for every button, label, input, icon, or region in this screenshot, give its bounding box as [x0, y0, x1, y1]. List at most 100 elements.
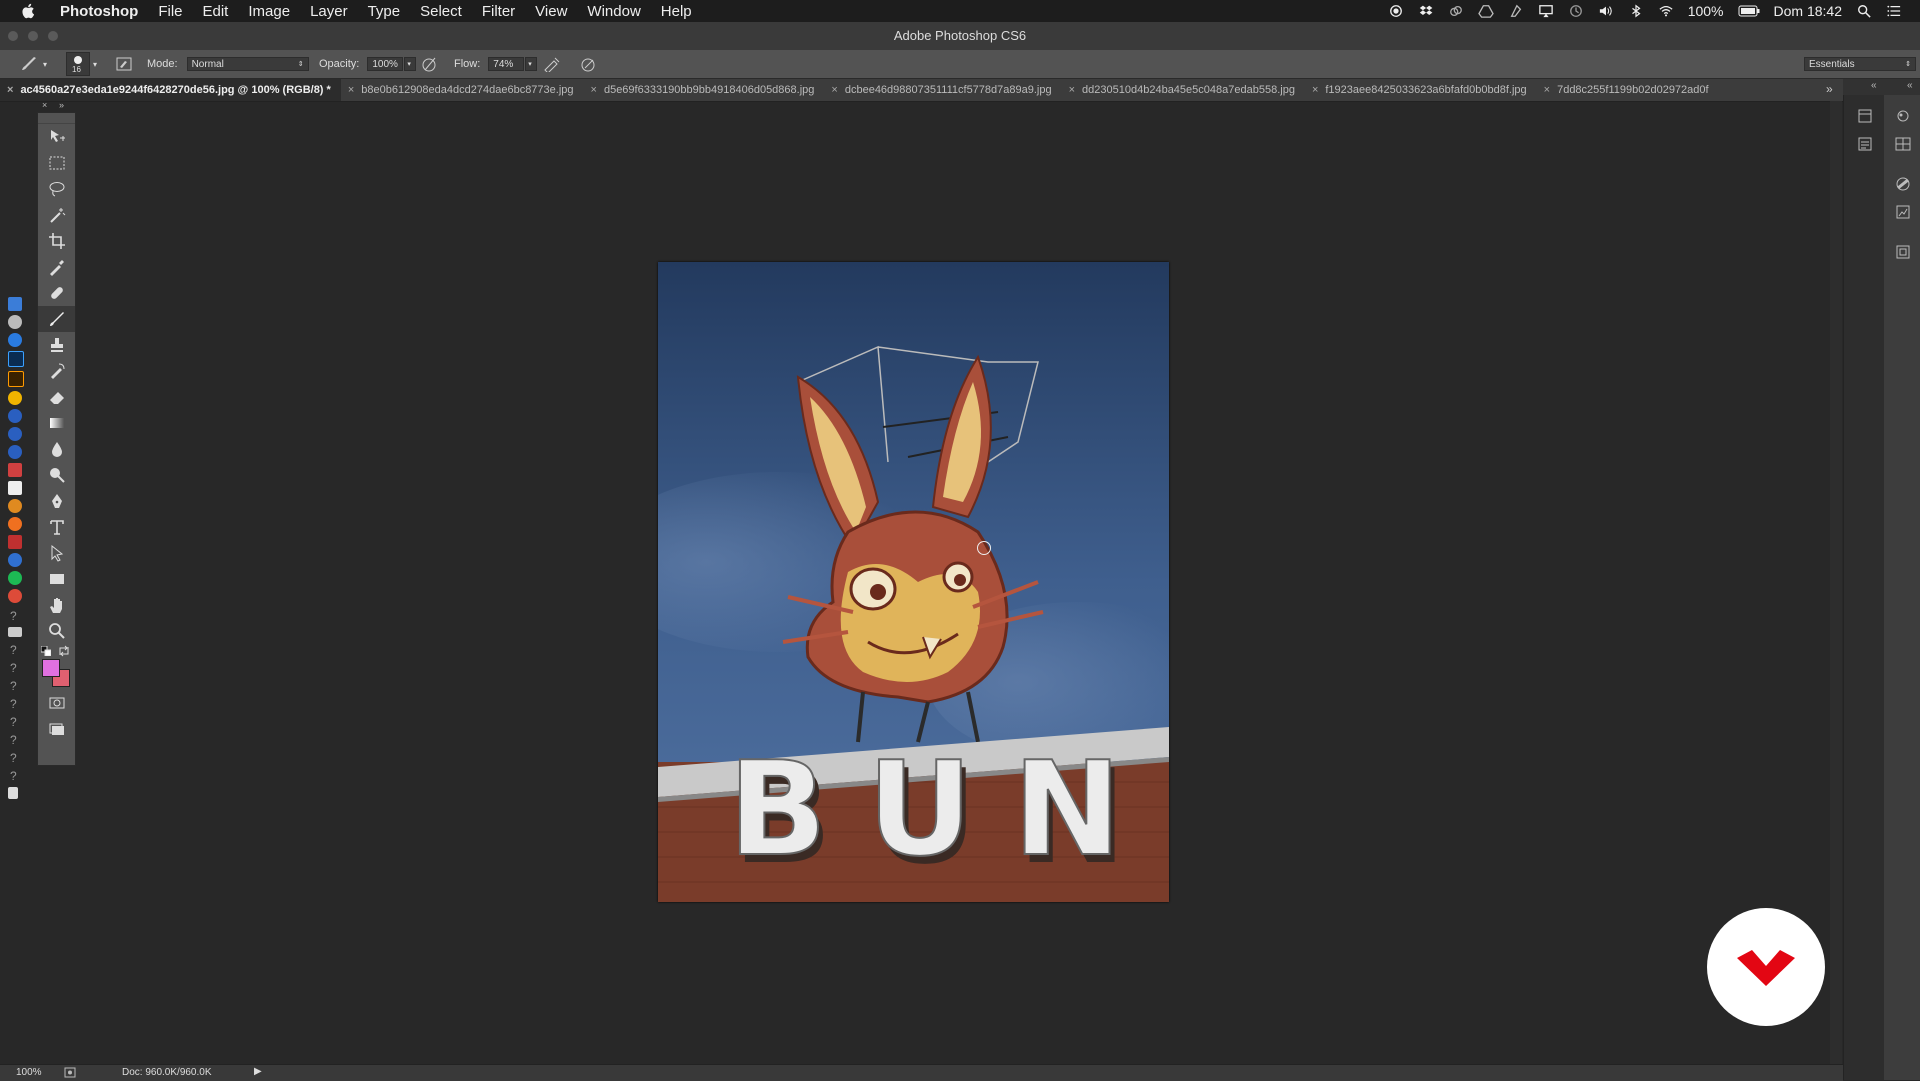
screen-mode-toggle[interactable]: [38, 716, 75, 742]
close-tab-icon[interactable]: ×: [1544, 84, 1550, 96]
close-tab-icon[interactable]: ×: [831, 84, 837, 96]
bluetooth-icon[interactable]: [1628, 4, 1644, 18]
quick-mask-toggle[interactable]: [38, 690, 75, 716]
menu-file[interactable]: File: [148, 3, 192, 20]
airplay-icon[interactable]: [1538, 4, 1554, 18]
share-icon[interactable]: [64, 1067, 76, 1078]
zoom-tool[interactable]: [38, 618, 75, 644]
unknown-app-icon[interactable]: ?: [10, 767, 26, 785]
spotlight-search-icon[interactable]: [1856, 4, 1872, 18]
unknown-app-icon[interactable]: ?: [10, 677, 26, 695]
doc-tab-active[interactable]: × ac4560a27e3eda1e9244f6428270de56.jpg @ …: [0, 79, 341, 101]
doc-tab[interactable]: × b8e0b612908eda4dcd274dae6bc8773e.jpg: [341, 79, 584, 101]
styles-panel-icon[interactable]: [1895, 205, 1911, 219]
pen-tool[interactable]: [38, 488, 75, 514]
battery-icon[interactable]: [1738, 4, 1760, 18]
more-tabs-chevron-icon[interactable]: »: [1826, 82, 1833, 96]
sketch-icon[interactable]: [8, 391, 22, 405]
app-icon[interactable]: [8, 535, 22, 549]
pressure-size-toggle[interactable]: [580, 50, 598, 78]
foreground-color-swatch[interactable]: [42, 659, 60, 677]
close-tab-icon[interactable]: ×: [591, 84, 597, 96]
airbrush-toggle[interactable]: [543, 50, 561, 78]
gradient-tool[interactable]: [38, 410, 75, 436]
firefox-icon[interactable]: [8, 499, 22, 513]
doc-tab[interactable]: × f1923aee8425033623a6bfafd0b0bd8f.jpg: [1305, 79, 1537, 101]
menu-app-name[interactable]: Photoshop: [50, 3, 148, 20]
app-icon[interactable]: [8, 427, 22, 441]
finder-icon[interactable]: [8, 297, 22, 311]
close-tab-icon[interactable]: ×: [7, 84, 13, 96]
dodge-tool[interactable]: [38, 462, 75, 488]
unknown-app-icon[interactable]: ?: [10, 749, 26, 767]
marquee-tool[interactable]: [38, 150, 75, 176]
menubar-clock[interactable]: Dom 18:42: [1774, 3, 1842, 19]
menu-type[interactable]: Type: [358, 3, 411, 20]
move-tool[interactable]: [38, 124, 75, 150]
drive-disk-icon[interactable]: [8, 627, 22, 637]
app-icon[interactable]: [8, 553, 22, 567]
menu-image[interactable]: Image: [238, 3, 300, 20]
unknown-app-icon[interactable]: ?: [10, 731, 26, 749]
opacity-slider-toggle[interactable]: ▾: [404, 57, 417, 71]
unknown-app-icon[interactable]: ?: [10, 607, 26, 625]
properties-panel-icon[interactable]: [1858, 137, 1872, 151]
brush-size-picker[interactable]: 16 ▾: [66, 50, 97, 78]
photoshop-app-icon[interactable]: [8, 351, 24, 367]
hand-tool[interactable]: [38, 592, 75, 618]
record-icon[interactable]: [1388, 4, 1404, 18]
evernote-icon[interactable]: [1508, 4, 1524, 18]
collapse-panels-icon[interactable]: «: [1907, 80, 1913, 91]
system-preferences-icon[interactable]: [8, 315, 22, 329]
clone-stamp-tool[interactable]: [38, 332, 75, 358]
vlc-icon[interactable]: [8, 517, 22, 531]
time-machine-icon[interactable]: [1568, 4, 1584, 18]
history-panel-icon[interactable]: [1858, 109, 1872, 123]
app-icon[interactable]: [8, 445, 22, 459]
collapse-panels-icon[interactable]: «: [1871, 80, 1877, 91]
history-brush-tool[interactable]: [38, 358, 75, 384]
tool-preset-picker[interactable]: ▾: [20, 50, 47, 78]
crop-tool[interactable]: [38, 228, 75, 254]
menu-help[interactable]: Help: [651, 3, 702, 20]
menu-edit[interactable]: Edit: [193, 3, 239, 20]
swap-colors-icon[interactable]: [58, 645, 70, 657]
menu-select[interactable]: Select: [410, 3, 472, 20]
doc-tab[interactable]: × dd230510d4b24ba45e5c048a7edab558.jpg: [1062, 79, 1305, 101]
path-selection-tool[interactable]: [38, 540, 75, 566]
close-tab-icon[interactable]: ×: [348, 84, 354, 96]
photo-booth-icon[interactable]: [8, 463, 22, 477]
unknown-app-icon[interactable]: ?: [10, 641, 26, 659]
wifi-icon[interactable]: [1658, 4, 1674, 18]
brush-panel-toggle[interactable]: [116, 50, 132, 78]
menu-view[interactable]: View: [525, 3, 577, 20]
close-tab-icon[interactable]: ×: [1312, 84, 1318, 96]
doc-tab[interactable]: × 7dd8c255f1199b02d02972ad0f: [1537, 79, 1719, 101]
menu-window[interactable]: Window: [577, 3, 650, 20]
layers-panel-icon[interactable]: [1895, 245, 1911, 259]
workspace-select[interactable]: Essentials ⇕: [1804, 57, 1916, 71]
menu-filter[interactable]: Filter: [472, 3, 525, 20]
unknown-app-icon[interactable]: ?: [10, 695, 26, 713]
blend-mode-select[interactable]: Normal ⇕: [186, 57, 309, 71]
opacity-input[interactable]: 100%: [367, 57, 404, 71]
eyedropper-tool[interactable]: [38, 254, 75, 280]
apple-icon[interactable]: [20, 2, 38, 20]
volume-icon[interactable]: [1598, 4, 1614, 18]
blur-tool[interactable]: [38, 436, 75, 462]
adjustments-panel-icon[interactable]: [1895, 177, 1911, 191]
type-tool[interactable]: [38, 514, 75, 540]
doc-tab[interactable]: × d5e69f6333190bb9bb4918406d05d868.jpg: [584, 79, 825, 101]
drive-icon[interactable]: [1477, 4, 1494, 18]
illustrator-app-icon[interactable]: [8, 371, 24, 387]
creative-cloud-icon[interactable]: [1448, 4, 1464, 18]
flow-slider-toggle[interactable]: ▾: [525, 57, 538, 71]
preview-icon[interactable]: [8, 481, 22, 495]
pressure-opacity-toggle[interactable]: [421, 50, 439, 78]
flow-input[interactable]: 74%: [488, 57, 525, 71]
healing-brush-tool[interactable]: [38, 280, 75, 306]
close-tab-icon[interactable]: ×: [1069, 84, 1075, 96]
doc-tab[interactable]: × dcbee46d98807351111cf5778d7a89a9.jpg: [824, 79, 1061, 101]
notification-center-icon[interactable]: [1886, 4, 1902, 18]
zoom-level[interactable]: 100%: [16, 1067, 42, 1078]
